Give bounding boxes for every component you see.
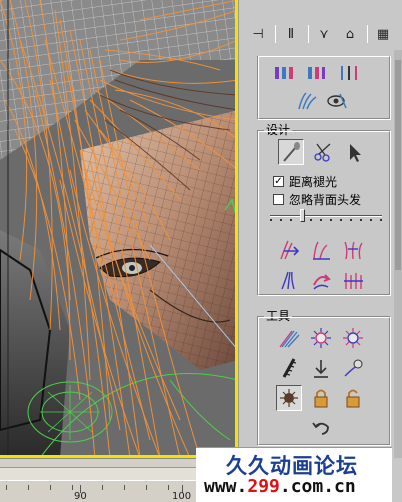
pop-icon[interactable] xyxy=(340,355,366,381)
translate-icon[interactable] xyxy=(276,237,302,263)
distance-fade-checkbox[interactable]: ✓ 距离褪光 xyxy=(273,173,337,190)
perspective-viewport[interactable] xyxy=(0,0,238,458)
remove-modifier-icon[interactable]: ⌂ xyxy=(341,24,359,44)
brush-size-slider[interactable] xyxy=(270,209,382,223)
grow-selection-icon[interactable] xyxy=(294,88,320,114)
watermark-url-prefix: www. xyxy=(204,476,248,497)
watermark-url-number: 299 xyxy=(247,476,280,497)
frizz-icon[interactable] xyxy=(276,385,302,411)
watermark-url-suffix: .com.cn xyxy=(279,476,356,497)
slider-tick xyxy=(380,219,382,221)
reset-rest-icon[interactable] xyxy=(308,325,334,351)
panel-scrollbar[interactable] xyxy=(394,50,402,458)
slider-tick xyxy=(350,219,352,221)
hair-brush-icon[interactable] xyxy=(278,139,304,165)
select-strand-icon[interactable] xyxy=(336,60,362,86)
tools-group-title: 工具 xyxy=(264,309,293,323)
distance-fade-box[interactable]: ✓ xyxy=(273,176,284,187)
slider-tick xyxy=(330,219,332,221)
make-unique-icon[interactable]: ⋎ xyxy=(315,24,333,44)
configure-modifier-sets-icon[interactable]: ▦ xyxy=(374,24,392,44)
slider-tick xyxy=(310,219,312,221)
puff-roots-icon[interactable] xyxy=(340,237,366,263)
brush-size-track[interactable] xyxy=(270,215,382,217)
lock-icon[interactable] xyxy=(308,385,334,411)
command-panel: ⊣ Ⅱ ⋎ ⌂ ▦ 设计 ✓ 距离褪光 忽略背面头发 工具 xyxy=(238,0,402,458)
slider-tick xyxy=(370,219,372,221)
watermark-url: www.299.com.cn xyxy=(204,476,356,497)
ignore-back-hair-checkbox[interactable]: 忽略背面头发 xyxy=(273,191,361,208)
drop-down-icon[interactable] xyxy=(308,355,334,381)
grow-sel-icon[interactable] xyxy=(340,325,366,351)
modifier-stack-toolbar: ⊣ Ⅱ ⋎ ⌂ ▦ xyxy=(239,20,402,48)
stand-icon[interactable] xyxy=(308,237,334,263)
design-group: 设计 ✓ 距离褪光 忽略背面头发 xyxy=(257,123,391,296)
pin-stack-icon[interactable]: ⊣ xyxy=(249,24,267,44)
slider-tick xyxy=(280,219,282,221)
comb-icon[interactable] xyxy=(276,355,302,381)
unlock-icon[interactable] xyxy=(340,385,366,411)
show-end-result-icon[interactable]: Ⅱ xyxy=(282,24,300,44)
slider-tick xyxy=(290,219,292,221)
slider-tick xyxy=(360,219,362,221)
rotate-icon[interactable] xyxy=(308,267,334,293)
timeline-label-90: 90 xyxy=(74,491,87,502)
select-arrow-icon[interactable] xyxy=(342,139,368,165)
slider-tick xyxy=(270,219,272,221)
selection-group xyxy=(257,56,391,120)
distance-fade-label: 距离褪光 xyxy=(289,175,338,189)
select-guides-icon[interactable] xyxy=(272,60,298,86)
timeline-label-100: 100 xyxy=(172,491,192,502)
slider-tick xyxy=(340,219,342,221)
undo-icon[interactable] xyxy=(308,415,334,441)
slider-tick xyxy=(320,219,322,221)
panel-scrollbar-thumb[interactable] xyxy=(395,60,401,270)
ignore-back-hair-box[interactable] xyxy=(273,194,284,205)
design-group-title: 设计 xyxy=(264,123,293,137)
clump-icon[interactable] xyxy=(276,267,302,293)
forum-watermark: 久久动画论坛 www.299.com.cn xyxy=(196,447,392,502)
recomb-icon[interactable] xyxy=(276,325,302,351)
hide-selected-icon[interactable] xyxy=(324,88,350,114)
hair-render xyxy=(0,0,238,458)
scale-icon[interactable] xyxy=(340,267,366,293)
hair-cut-icon[interactable] xyxy=(310,139,336,165)
brush-size-thumb[interactable] xyxy=(299,209,305,222)
select-hair-icon[interactable] xyxy=(304,60,330,86)
ignore-back-hair-label: 忽略背面头发 xyxy=(289,193,362,207)
tools-group: 工具 xyxy=(257,309,391,446)
